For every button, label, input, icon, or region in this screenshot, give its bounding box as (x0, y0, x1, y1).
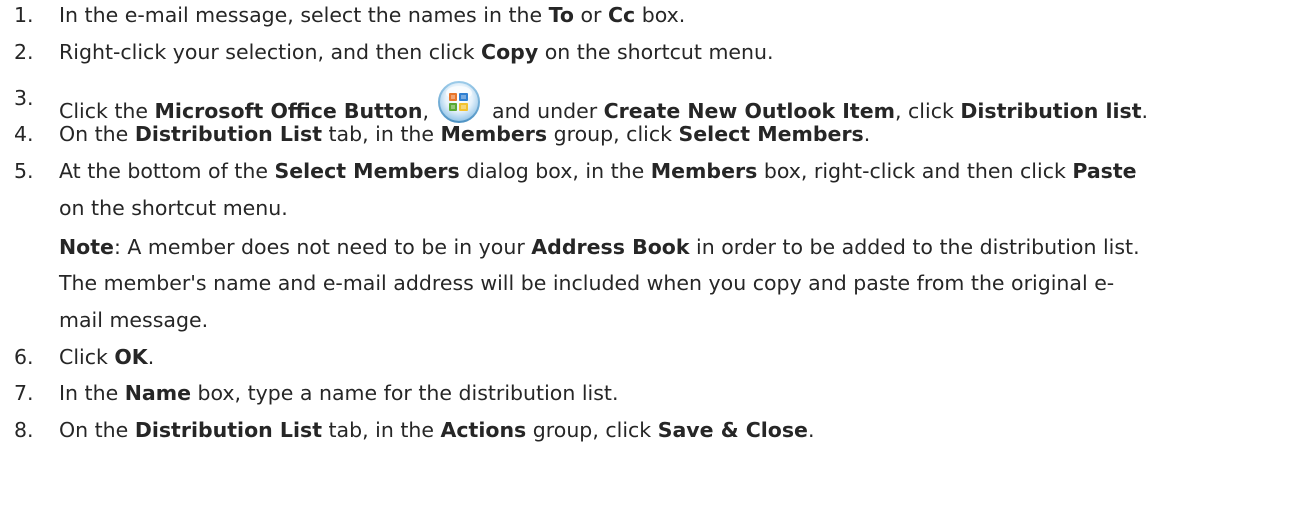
ui-term: OK (114, 345, 148, 369)
ui-term: Cc (607, 3, 636, 27)
text-run: , click (895, 99, 961, 123)
text-run: . (807, 418, 815, 442)
text-run: in order to be added to the distribution… (689, 235, 1140, 259)
step-text: In the e-mail message, select the names … (59, 0, 685, 34)
step-number: 7. (14, 381, 34, 405)
step-text: In the Name box, type a name for the dis… (59, 375, 618, 412)
ui-term: To (548, 3, 574, 27)
step-number: 3. (14, 86, 34, 110)
step-number: 2. (14, 40, 34, 64)
text-run: group, click (547, 122, 679, 146)
step-number: 1. (14, 3, 34, 27)
step-5-continuation: on the shortcut menu. (59, 196, 288, 220)
step-number: 6. (14, 345, 34, 369)
step-number: 4. (14, 122, 34, 146)
ui-term: Save & Close (657, 418, 808, 442)
text-run: In the e-mail message, select the names … (59, 3, 549, 27)
text-run: box, right-click and then click (757, 159, 1073, 183)
text-run: on the shortcut menu. (538, 40, 774, 64)
ui-term: Members (440, 122, 548, 146)
text-run: : A member does not need to be in your (113, 235, 532, 259)
instruction-document: 1. In the e-mail message, select the nam… (0, 0, 1312, 512)
ui-term: Distribution List (134, 122, 322, 146)
text-run: . (1141, 99, 1149, 123)
step-text: At the bottom of the Select Members dial… (59, 153, 1137, 190)
ui-term: Paste (1072, 159, 1137, 183)
text-run: On the (59, 418, 135, 442)
ui-term: Members (650, 159, 758, 183)
ui-term: Address Book (531, 235, 690, 259)
text-run: box, type a name for the distribution li… (190, 381, 619, 405)
ui-term: Select Members (678, 122, 864, 146)
step-text: Click OK. (59, 339, 154, 376)
step-number: 5. (14, 159, 34, 183)
step-text: Right-click your selection, and then cli… (59, 34, 774, 71)
text-run: At the bottom of the (59, 159, 275, 183)
ui-term: Distribution List (134, 418, 322, 442)
text-run: On the (59, 122, 135, 146)
text-run: . (147, 345, 155, 369)
ui-term: Select Members (274, 159, 460, 183)
text-run: dialog box, in the (459, 159, 651, 183)
text-run: box. (635, 3, 686, 27)
ui-term: Actions (440, 418, 527, 442)
text-run: tab, in the (322, 418, 441, 442)
step-5-note-line-3: mail message. (59, 308, 209, 332)
text-run: In the (59, 381, 125, 405)
step-number: 8. (14, 418, 34, 442)
note-label: Note (59, 235, 114, 259)
step-5-note-line-2: The member's name and e-mail address wil… (59, 271, 1115, 295)
text-run: tab, in the (322, 122, 441, 146)
text-run: . (863, 122, 871, 146)
step-text: On the Distribution List tab, in the Act… (59, 412, 815, 449)
ui-term: Distribution list (960, 99, 1142, 123)
text-run: group, click (526, 418, 658, 442)
ui-term: Name (124, 381, 191, 405)
text-run: Click (59, 345, 115, 369)
text-run: or (573, 3, 608, 27)
text-run: Right-click your selection, and then cli… (59, 40, 482, 64)
step-5-note-line-1: Note: A member does not need to be in yo… (59, 229, 1299, 266)
step-text: On the Distribution List tab, in the Mem… (59, 116, 870, 153)
ui-term: Copy (481, 40, 539, 64)
